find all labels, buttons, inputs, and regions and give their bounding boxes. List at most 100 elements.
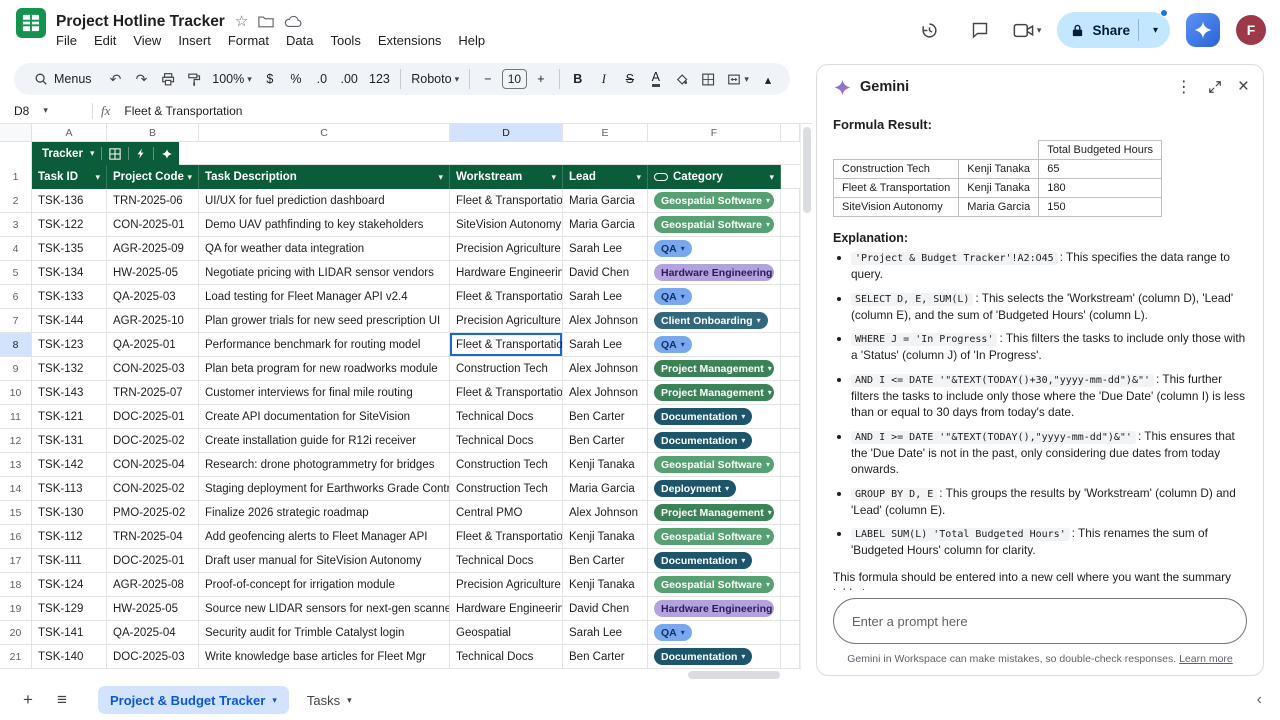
cell-task-description[interactable]: Proof-of-concept for irrigation module [199, 573, 450, 596]
cell-task-id[interactable]: TSK-113 [32, 477, 107, 500]
cell-empty[interactable] [781, 501, 800, 524]
cell-empty[interactable] [781, 189, 800, 212]
menu-format[interactable]: Format [228, 33, 269, 48]
cell-category[interactable]: Deployment ▾ [648, 477, 781, 500]
filter-chevron-icon[interactable]: ▾ [438, 172, 443, 183]
merge-cells-button[interactable]: ▾ [722, 66, 754, 92]
filter-chevron-icon[interactable]: ▾ [187, 172, 192, 183]
cell-workstream[interactable]: Fleet & Transportation [450, 189, 563, 212]
cell-empty[interactable] [781, 237, 800, 260]
cell-lead[interactable]: Sarah Lee [563, 285, 648, 308]
row-number[interactable]: 12 [0, 429, 32, 452]
row-number[interactable]: 6 [0, 285, 32, 308]
menu-view[interactable]: View [133, 33, 161, 48]
header-lead[interactable]: Lead▾ [563, 165, 648, 189]
cell-task-id[interactable]: TSK-144 [32, 309, 107, 332]
cell-name-box[interactable]: D8 ▾ [14, 104, 84, 118]
cell-empty[interactable] [781, 381, 800, 404]
cell-workstream[interactable]: Technical Docs [450, 549, 563, 572]
meet-camera-button[interactable]: ▾ [1013, 23, 1042, 38]
cell-task-id[interactable]: TSK-141 [32, 621, 107, 644]
share-dropdown-arrow[interactable]: ▾ [1147, 25, 1164, 36]
cell-task-id[interactable]: TSK-121 [32, 405, 107, 428]
cell-project-code[interactable]: AGR-2025-08 [107, 573, 199, 596]
cell-lead[interactable]: Kenji Tanaka [563, 453, 648, 476]
menu-help[interactable]: Help [458, 33, 485, 48]
cell-lead[interactable]: David Chen [563, 597, 648, 620]
cell-lead[interactable]: Sarah Lee [563, 237, 648, 260]
undo-button[interactable]: ↶ [104, 66, 128, 92]
menu-insert[interactable]: Insert [178, 33, 211, 48]
cell-task-id[interactable]: TSK-132 [32, 357, 107, 380]
cell-lead[interactable]: Ben Carter [563, 429, 648, 452]
strikethrough-button[interactable]: S [618, 66, 642, 92]
filter-chevron-icon[interactable]: ▾ [636, 172, 641, 183]
category-chip[interactable]: QA ▾ [654, 336, 692, 353]
row-number[interactable]: 14 [0, 477, 32, 500]
comment-icon[interactable] [963, 13, 997, 47]
cell-workstream[interactable]: Precision Agriculture [450, 237, 563, 260]
cell-task-description[interactable]: Plan grower trials for new seed prescrip… [199, 309, 450, 332]
print-button[interactable] [156, 66, 180, 92]
cell-empty[interactable] [781, 309, 800, 332]
cloud-status-icon[interactable] [284, 15, 302, 28]
cell-task-description[interactable]: Demo UAV pathfinding to key stakeholders [199, 213, 450, 236]
cell-project-code[interactable]: CON-2025-04 [107, 453, 199, 476]
cell-category[interactable]: QA ▾ [648, 333, 781, 356]
decrease-font-size-button[interactable]: − [476, 66, 500, 92]
cell-task-description[interactable]: Create installation guide for R12i recei… [199, 429, 450, 452]
cell-workstream[interactable]: Precision Agriculture [450, 309, 563, 332]
cell-category[interactable]: QA ▾ [648, 285, 781, 308]
row-number[interactable]: 10 [0, 381, 32, 404]
empty-cell[interactable] [781, 165, 800, 189]
category-chip[interactable]: Project Management ▾ [654, 360, 774, 377]
row-number[interactable]: 19 [0, 597, 32, 620]
add-sheet-button[interactable]: + [14, 686, 42, 714]
cell-category[interactable]: Project Management ▾ [648, 381, 781, 404]
cell-workstream[interactable]: Geospatial [450, 621, 563, 644]
cell-task-id[interactable]: TSK-123 [32, 333, 107, 356]
filter-chevron-icon[interactable]: ▾ [95, 172, 100, 183]
cell-workstream[interactable]: Hardware Engineering [450, 261, 563, 284]
menus-button[interactable]: Menus [24, 66, 102, 92]
row-number[interactable]: 2 [0, 189, 32, 212]
header-category[interactable]: Category▾ [648, 165, 781, 189]
row-number[interactable]: 15 [0, 501, 32, 524]
cell-workstream[interactable]: Fleet & Transportation [450, 381, 563, 404]
cell-project-code[interactable]: PMO-2025-02 [107, 501, 199, 524]
cell-workstream[interactable]: Precision Agriculture [450, 573, 563, 596]
column-header-a[interactable]: A [32, 124, 107, 141]
cell-category[interactable]: Geospatial Software ▾ [648, 213, 781, 236]
cell-task-id[interactable]: TSK-129 [32, 597, 107, 620]
cell-project-code[interactable]: QA-2025-03 [107, 285, 199, 308]
cell-empty[interactable] [781, 405, 800, 428]
row-number[interactable]: 18 [0, 573, 32, 596]
column-header-c[interactable]: C [199, 124, 450, 141]
cell-category[interactable]: Documentation ▾ [648, 429, 781, 452]
increase-decimals-button[interactable]: .00 [336, 66, 363, 92]
row-number[interactable]: 21 [0, 645, 32, 668]
cell-workstream[interactable]: SiteVision Autonomy [450, 213, 563, 236]
row-number[interactable]: 13 [0, 453, 32, 476]
cell-project-code[interactable]: QA-2025-01 [107, 333, 199, 356]
cell-category[interactable]: Hardware Engineering ▾ [648, 597, 781, 620]
cell-empty[interactable] [781, 429, 800, 452]
cell-empty[interactable] [781, 453, 800, 476]
cell-task-description[interactable]: Customer interviews for final mile routi… [199, 381, 450, 404]
fill-color-button[interactable] [670, 66, 694, 92]
star-icon[interactable]: ☆ [235, 14, 248, 29]
cell-task-id[interactable]: TSK-112 [32, 525, 107, 548]
sheet-tab-active[interactable]: Project & Budget Tracker ▾ [98, 686, 289, 714]
category-chip[interactable]: Hardware Engineering ▾ [654, 264, 774, 281]
format-currency-button[interactable]: $ [258, 66, 282, 92]
header-task-description[interactable]: Task Description▾ [199, 165, 450, 189]
cell-empty[interactable] [781, 597, 800, 620]
cell-project-code[interactable]: HW-2025-05 [107, 597, 199, 620]
horizontal-scrollbar[interactable] [0, 670, 812, 680]
cell-lead[interactable]: Kenji Tanaka [563, 573, 648, 596]
cell-task-id[interactable]: TSK-130 [32, 501, 107, 524]
cell-workstream[interactable]: Construction Tech [450, 357, 563, 380]
cell-lead[interactable]: Ben Carter [563, 645, 648, 668]
cell-category[interactable]: Client Onboarding ▾ [648, 309, 781, 332]
cell-task-id[interactable]: TSK-136 [32, 189, 107, 212]
